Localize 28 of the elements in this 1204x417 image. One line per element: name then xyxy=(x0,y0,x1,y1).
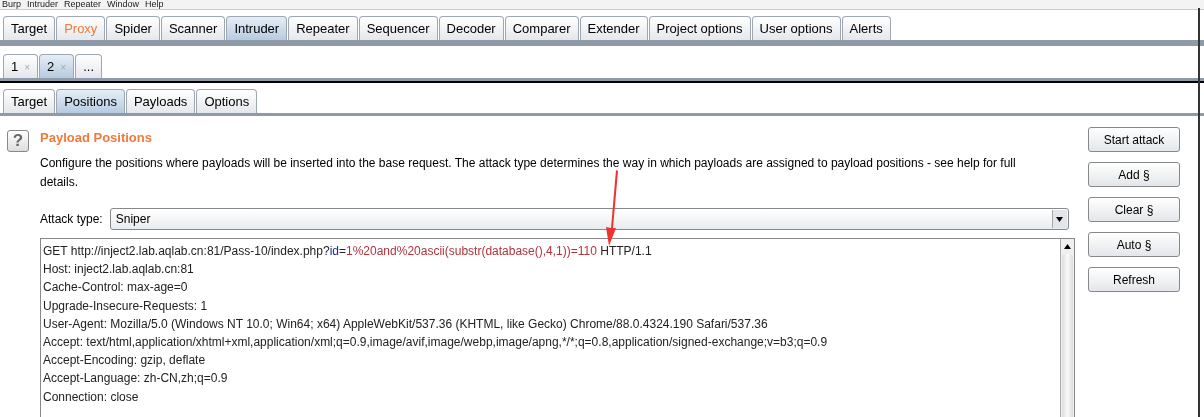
menu-item[interactable]: Intruder xyxy=(27,0,59,9)
refresh-button[interactable]: Refresh xyxy=(1088,267,1180,292)
attack-type-dropdown[interactable]: Sniper xyxy=(109,208,1069,230)
request-editor[interactable] xyxy=(40,238,1075,417)
add-marker-button[interactable]: Add § xyxy=(1088,162,1180,187)
request-line: Cache-Control: max-age=0 xyxy=(43,279,189,297)
request-line: User-Agent: Mozilla/5.0 (Windows NT 10.0; Win64; x64) AppleWebKit/537.36 (KHTML, like Gecko) Chrome/88.0.4324.190 Safari/537.36 xyxy=(43,315,769,333)
attack-type-label: Attack type: xyxy=(40,212,103,226)
start-attack-button[interactable]: Start attack xyxy=(1088,127,1180,152)
help-icon[interactable]: ? xyxy=(7,130,29,152)
request-line: Connection: close xyxy=(43,388,140,406)
request-line: Accept-Language: zh-CN,zh;q=0.9 xyxy=(43,370,229,388)
section-title: Payload Positions xyxy=(40,129,153,147)
menu-item[interactable]: Repeater xyxy=(64,0,102,9)
section-description: Configure the positions where payloads will be inserted into the base request. The attack type determines the way in which payloads are assigned to payload positions - see help for full details. xyxy=(40,155,1017,191)
request-line: Accept: text/html,application/xhtml+xml,application/xml;q=0.9,image/avif,image/webp,image/apng,*/*;q=0.8,application/signed-exchange;v=b3;q=0.9 xyxy=(43,334,829,351)
request-line: GET http://inject2.lab.aqlab.cn:81/Pass-10/index.php?id=1%20and%20ascii(substr(database(),4,1))=110 HTTP/1.1 xyxy=(43,243,653,260)
clear-markers-button[interactable]: Clear § xyxy=(1088,197,1180,222)
scroll-up-icon[interactable] xyxy=(1064,244,1071,249)
menu-item[interactable]: Help xyxy=(145,0,164,9)
menu-item[interactable]: Burp xyxy=(2,0,21,9)
auto-markers-button[interactable]: Auto § xyxy=(1088,232,1180,257)
dropdown-arrow-icon[interactable] xyxy=(1056,216,1064,222)
menu-item[interactable]: Window xyxy=(107,0,140,9)
request-line: Upgrade-Insecure-Requests: 1 xyxy=(43,297,209,315)
request-line: Host: inject2.lab.aqlab.cn:81 xyxy=(43,261,195,279)
scrollbar[interactable] xyxy=(1060,239,1074,417)
request-line: Accept-Encoding: gzip, deflate xyxy=(43,352,207,370)
